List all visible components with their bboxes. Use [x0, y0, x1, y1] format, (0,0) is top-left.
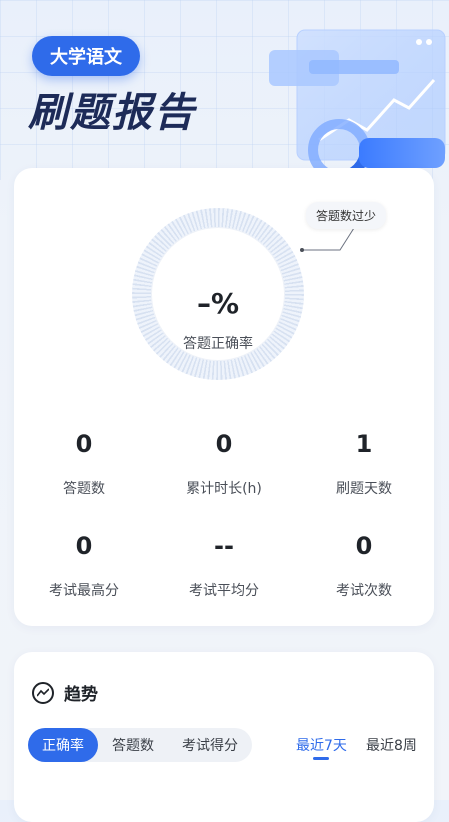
notice-tooltip: 答题数过少 — [306, 202, 387, 229]
stat-value: 0 — [75, 532, 93, 560]
ring-center: –% 答题正确率 — [151, 227, 285, 361]
stat-label: 刷题天数 — [336, 481, 392, 497]
stat-label: 考试次数 — [336, 583, 392, 599]
accuracy-label: 答题正确率 — [183, 336, 253, 352]
stat-total-hours: 0 累计时长(h) — [154, 430, 294, 498]
trend-card: 趋势 正确率 答题数 考试得分 最近7天 最近8周 — [14, 652, 434, 822]
trend-chart-icon — [32, 681, 54, 704]
stat-label: 考试最高分 — [49, 583, 119, 599]
tab-exam-score[interactable]: 考试得分 — [168, 728, 252, 762]
accuracy-value: –% — [196, 287, 240, 320]
accuracy-ring: –% 答题正确率 — [132, 208, 304, 380]
page-title: 刷题报告 — [28, 90, 196, 136]
active-range-indicator — [313, 757, 330, 760]
stat-label: 考试平均分 — [189, 583, 259, 599]
notice-leader-line — [300, 227, 355, 252]
subject-badge[interactable]: 大学语文 — [32, 36, 140, 76]
trend-tabs: 正确率 答题数 考试得分 — [28, 728, 252, 762]
range-last-8-weeks[interactable]: 最近8周 — [366, 728, 417, 762]
report-header: 大学语文 刷题报告 — [0, 0, 449, 180]
range-last-7-days[interactable]: 最近7天 — [296, 728, 347, 762]
tab-answer-count[interactable]: 答题数 — [98, 728, 168, 762]
stat-value: 0 — [355, 532, 373, 560]
stat-label: 累计时长(h) — [186, 481, 262, 497]
trend-header: 趋势 — [32, 680, 98, 705]
report-illustration-icon — [269, 29, 446, 180]
stat-exam-high: 0 考试最高分 — [14, 532, 154, 600]
tab-accuracy[interactable]: 正确率 — [28, 728, 98, 762]
trend-title: 趋势 — [64, 685, 98, 705]
range-label: 最近7天 — [296, 738, 347, 754]
stat-exam-count: 0 考试次数 — [294, 532, 434, 600]
stat-exam-average: -- 考试平均分 — [154, 532, 294, 600]
summary-card: –% 答题正确率 答题数过少 0 答题数 0 累计时长(h) 1 刷题天数 0 … — [14, 168, 434, 626]
stat-value: 1 — [355, 430, 373, 458]
stat-value: 0 — [215, 430, 233, 458]
range-label: 最近8周 — [366, 738, 417, 754]
stat-value: 0 — [75, 430, 93, 458]
stat-value: -- — [214, 532, 234, 560]
stat-answer-count: 0 答题数 — [14, 430, 154, 498]
stat-practice-days: 1 刷题天数 — [294, 430, 434, 498]
stat-label: 答题数 — [63, 481, 105, 497]
